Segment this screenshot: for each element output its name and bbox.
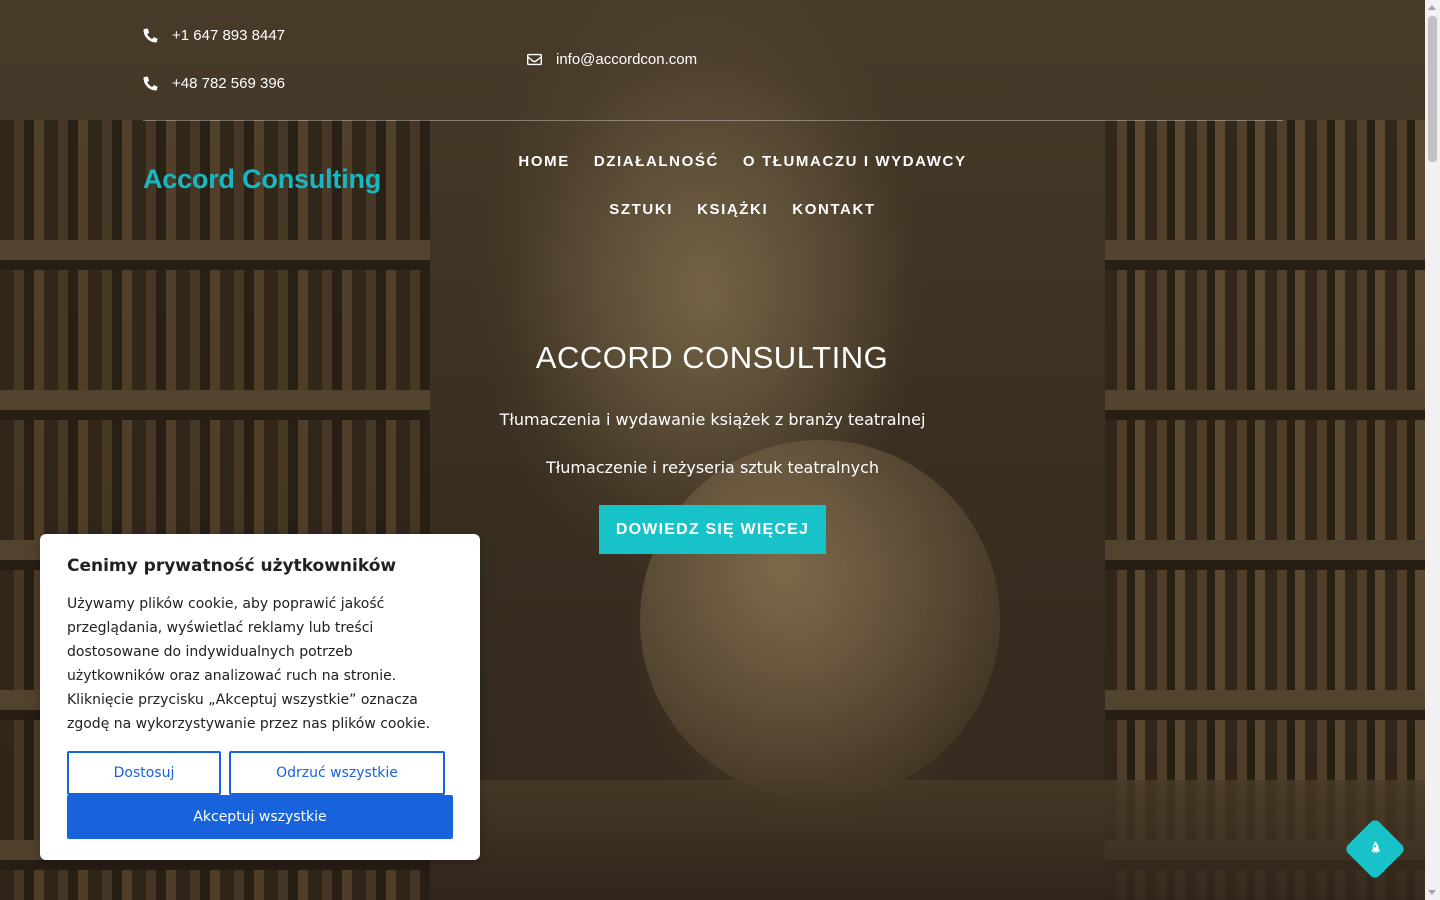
nav-item-kontakt[interactable]: KONTAKT [780,186,887,234]
hero-title: ACCORD CONSULTING [535,340,889,375]
hero-subtitle-1: Tłumaczenia i wydawanie książek z branży… [499,410,926,429]
main-navigation: HOME DZIAŁALNOŚĆ O TŁUMACZU I WYDAWCY SZ… [470,138,1015,234]
hero-subtitle-2: Tłumaczenie i reżyseria sztuk teatralnyc… [545,458,880,477]
cookie-title: Cenimy prywatność użytkowników [67,556,397,576]
nav-item-home[interactable]: HOME [506,138,581,186]
site-logo[interactable]: Accord Consulting [143,164,381,195]
phone-number-2: +48 782 569 396 [172,75,286,92]
cookie-consent-banner: Cenimy prywatność użytkowników Używamy p… [40,534,480,860]
contact-email[interactable]: info@accordcon.com [527,51,697,68]
scroll-up-arrow-icon[interactable] [1428,5,1436,10]
page-scrollbar[interactable] [1425,0,1440,900]
phone-icon [143,76,158,91]
learn-more-button[interactable]: DOWIEDZ SIĘ WIĘCEJ [599,505,826,554]
nav-item-sztuki[interactable]: SZTUKI [597,186,685,234]
contact-phone-1[interactable]: +1 647 893 8447 [143,27,285,44]
cookie-description: Używamy plików cookie, aby poprawić jako… [67,596,431,732]
cookie-accept-all-button[interactable]: Akceptuj wszystkie [67,795,453,839]
contact-phone-2[interactable]: +48 782 569 396 [143,75,285,92]
scrollbar-thumb[interactable] [1428,16,1437,162]
phone-icon [143,28,158,43]
cookie-customize-button[interactable]: Dostosuj [67,751,221,795]
hero-section: ACCORD CONSULTING Tłumaczenia i wydawani… [0,340,1425,477]
cookie-button-row: Dostosuj Odrzuć wszystkie [67,751,445,795]
nav-item-o-tlumaczu[interactable]: O TŁUMACZU I WYDAWCY [731,138,979,186]
cookie-reject-all-button[interactable]: Odrzuć wszystkie [229,751,445,795]
phone-number-1: +1 647 893 8447 [172,27,286,44]
scroll-down-arrow-icon[interactable] [1428,890,1436,895]
email-address: info@accordcon.com [556,51,698,68]
rocket-icon [1371,841,1381,853]
header-divider [143,120,1283,121]
nav-item-dzialalnosc[interactable]: DZIAŁALNOŚĆ [582,138,731,186]
envelope-icon [527,53,542,66]
nav-item-ksiazki[interactable]: KSIĄŻKI [685,186,780,234]
